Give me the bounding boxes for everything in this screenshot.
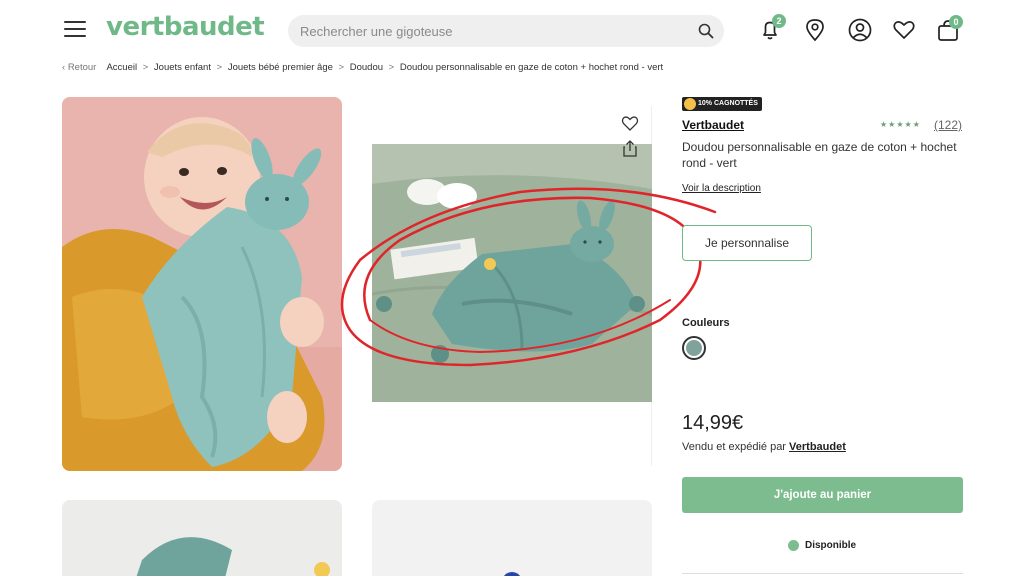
- breadcrumb-item-baby-toys[interactable]: Jouets bébé premier âge: [228, 62, 333, 73]
- store-locator-icon[interactable]: [801, 16, 829, 44]
- product-image-thumbnail-3[interactable]: [62, 500, 342, 576]
- seller-link[interactable]: Vertbaudet: [789, 441, 846, 453]
- color-swatch-green[interactable]: [682, 336, 706, 360]
- wishlist-heart-icon[interactable]: [890, 16, 918, 44]
- rating-stars: ★★★★★: [880, 120, 921, 129]
- cashback-tag: 10% CAGNOTTÉS: [682, 97, 762, 111]
- breadcrumb-separator: >: [338, 62, 345, 73]
- breadcrumb-separator: >: [142, 62, 149, 73]
- sold-by-text: Vendu et expédié par Vertbaudet: [682, 441, 846, 453]
- menu-icon[interactable]: [64, 19, 88, 39]
- favorite-heart-icon[interactable]: [620, 113, 640, 133]
- availability-status: Disponible: [805, 540, 857, 551]
- account-icon[interactable]: [846, 16, 874, 44]
- product-price: 14,99€: [682, 412, 744, 434]
- breadcrumb-item-current: Doudou personnalisable en gaze de coton …: [399, 62, 664, 73]
- breadcrumb-item-home[interactable]: Accueil: [106, 62, 137, 73]
- site-logo[interactable]: vertbaudet: [106, 12, 265, 42]
- shopping-bag-icon[interactable]: 0: [934, 15, 963, 44]
- cart-count-badge: 0: [949, 15, 963, 29]
- search-bar: [288, 15, 724, 47]
- piggy-bank-icon: [684, 98, 696, 110]
- divider: [682, 573, 963, 574]
- view-description-link[interactable]: Voir la description: [682, 183, 761, 194]
- product-title: Doudou personnalisable en gaze de coton …: [682, 140, 957, 170]
- search-input[interactable]: [300, 15, 680, 47]
- search-icon[interactable]: [698, 23, 714, 39]
- breadcrumb-separator: >: [388, 62, 395, 73]
- colors-label: Couleurs: [682, 317, 730, 329]
- breadcrumb-separator: >: [216, 62, 223, 73]
- product-image-main[interactable]: [62, 97, 342, 471]
- personalise-button[interactable]: Je personnalise: [682, 225, 812, 261]
- brand-link[interactable]: Vertbaudet: [682, 118, 744, 132]
- share-icon[interactable]: [620, 139, 640, 159]
- review-count-link[interactable]: (122): [934, 118, 962, 132]
- add-to-cart-button[interactable]: J'ajoute au panier: [682, 477, 963, 513]
- site-header: vertbaudet 2: [0, 0, 1024, 60]
- breadcrumb: ‹ Retour Accueil > Jouets enfant > Jouet…: [62, 62, 663, 73]
- swatch-fill: [686, 340, 702, 356]
- notification-bell-icon[interactable]: 2: [756, 14, 786, 44]
- annotation-scribble: [340, 187, 717, 367]
- breadcrumb-item-doudou[interactable]: Doudou: [350, 62, 383, 73]
- product-image-thumbnail-4[interactable]: [372, 500, 652, 576]
- notification-badge: 2: [772, 14, 786, 28]
- breadcrumb-back-link[interactable]: ‹ Retour: [62, 62, 96, 73]
- breadcrumb-item-toys[interactable]: Jouets enfant: [154, 62, 211, 73]
